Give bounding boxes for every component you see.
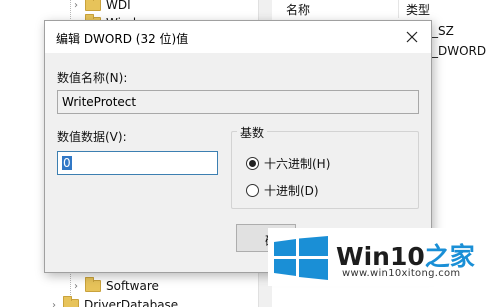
column-header-name[interactable]: 名称 — [286, 0, 310, 18]
value-name-field[interactable]: WriteProtect — [57, 90, 419, 114]
tree-item-label: Software — [106, 279, 159, 293]
radio-unselected-icon[interactable] — [246, 184, 259, 197]
folder-icon — [63, 296, 79, 307]
close-icon — [406, 31, 418, 43]
value-name-label: 数值名称(N): — [57, 71, 128, 85]
radio-decimal[interactable]: 十进制(D) — [246, 182, 319, 199]
watermark-url: www.win10xitong.com — [342, 268, 461, 279]
folder-icon — [85, 277, 101, 292]
column-divider[interactable] — [398, 0, 399, 18]
win10-watermark-logo: Win10之家 www.win10xitong.com — [268, 228, 504, 286]
dialog-title-bar[interactable]: 编辑 DWORD (32 位)值 — [45, 21, 431, 53]
chevron-right-icon[interactable]: › — [48, 300, 60, 307]
value-data-text: 0 — [62, 156, 72, 170]
chevron-right-icon[interactable]: › — [70, 281, 82, 292]
folder-icon — [85, 0, 101, 11]
close-button[interactable] — [401, 26, 423, 48]
watermark-brand-zh: 之家 — [424, 242, 475, 271]
tree-item-software[interactable]: › Software — [70, 277, 159, 295]
tree-item-label: DriverDatabase — [84, 298, 179, 307]
watermark-brand-en: Win10 — [336, 242, 425, 271]
tree-item-label: WDI — [106, 0, 131, 12]
tree-item-driverdatabase[interactable]: › DriverDatabase — [48, 296, 178, 307]
value-data-input[interactable]: 0 — [57, 151, 218, 175]
chevron-right-icon[interactable]: › — [70, 0, 82, 11]
base-groupbox-title: 基数 — [237, 124, 268, 141]
value-type-cell: _SZ — [432, 24, 454, 38]
value-data-label: 数值数据(V): — [57, 130, 127, 144]
windows-logo-icon — [274, 236, 328, 280]
column-header-type[interactable]: 类型 — [406, 0, 430, 18]
dialog-title: 编辑 DWORD (32 位)值 — [56, 32, 189, 46]
radio-selected-icon[interactable] — [246, 157, 259, 170]
radio-dec-label: 十进制(D) — [264, 184, 319, 198]
value-name-text: WriteProtect — [62, 95, 137, 109]
radio-hexadecimal[interactable]: 十六进制(H) — [246, 155, 330, 172]
radio-hex-label: 十六进制(H) — [264, 157, 331, 171]
tree-item-wdi[interactable]: › WDI — [70, 0, 131, 14]
value-type-cell: _DWORD — [432, 44, 487, 58]
